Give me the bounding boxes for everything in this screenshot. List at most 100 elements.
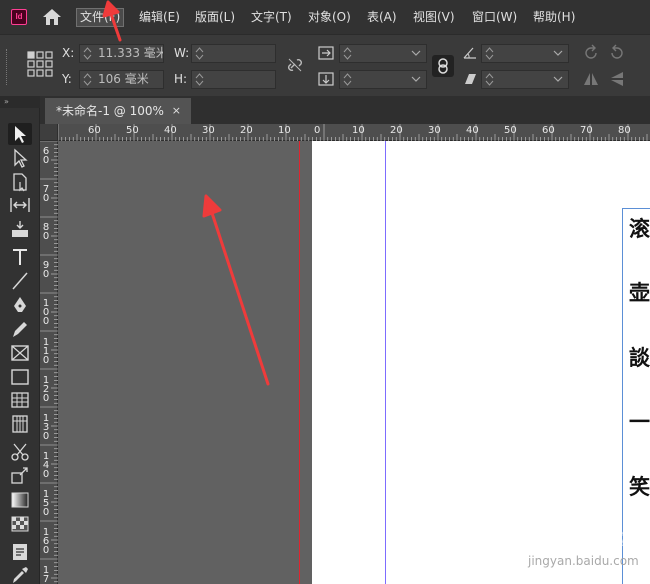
menu-layout[interactable]: 版面(L)	[192, 8, 238, 27]
watermark: Bai 经验 jingyan.baidu.com	[498, 512, 648, 582]
ruler-label: 60	[42, 146, 50, 166]
rotate-dropdown[interactable]	[481, 44, 569, 63]
gap-tool-icon	[10, 198, 30, 212]
line-tool[interactable]	[8, 270, 32, 292]
menu-file[interactable]: 文件(F)	[76, 8, 125, 27]
horizontal-grid-tool[interactable]	[8, 389, 32, 411]
free-transform-icon	[11, 467, 28, 484]
scale-y-icon[interactable]	[317, 70, 335, 88]
ruler-origin[interactable]	[40, 124, 58, 141]
content-collector-tool[interactable]	[8, 218, 32, 240]
stepper-icon[interactable]	[485, 73, 494, 86]
link-icon	[438, 58, 448, 74]
stepper-icon[interactable]	[195, 47, 204, 60]
rectangle-frame-tool[interactable]	[8, 342, 32, 364]
menu-object[interactable]: 对象(O)	[305, 8, 354, 27]
constrain-proportions-icon[interactable]	[286, 56, 304, 74]
gradient-tool[interactable]	[8, 489, 32, 511]
ruler-label: 10	[352, 125, 365, 136]
horizontal-grid-icon	[11, 392, 29, 408]
eyedropper-icon	[13, 567, 28, 583]
rectangle-icon	[11, 369, 29, 385]
ruler-label: 110	[42, 337, 50, 366]
gap-tool[interactable]	[8, 194, 32, 216]
home-icon[interactable]	[40, 7, 64, 27]
chevron-down-icon[interactable]	[553, 75, 563, 83]
rotate-ccw-icon[interactable]	[608, 44, 626, 62]
menu-help[interactable]: 帮助(H)	[530, 8, 578, 27]
w-label: W:	[174, 46, 190, 60]
scale-y-dropdown[interactable]	[339, 70, 427, 89]
pen-tool[interactable]	[8, 294, 32, 316]
free-transform-tool[interactable]	[8, 465, 32, 487]
type-tool[interactable]	[8, 246, 32, 268]
panel-grip[interactable]	[6, 49, 9, 85]
ruler-label: 120	[42, 375, 50, 404]
scale-x-icon[interactable]	[317, 44, 335, 62]
chevron-down-icon[interactable]	[553, 49, 563, 57]
stepper-icon[interactable]	[83, 73, 92, 86]
gradient-feather-icon	[11, 516, 29, 532]
flip-horizontal-icon[interactable]	[582, 70, 600, 88]
selection-arrow-icon	[15, 126, 26, 143]
menu-edit[interactable]: 编辑(E)	[136, 8, 183, 27]
pencil-tool[interactable]	[8, 318, 32, 340]
scale-x-dropdown[interactable]	[339, 44, 427, 63]
rectangle-tool[interactable]	[8, 366, 32, 388]
note-tool[interactable]	[8, 541, 32, 563]
vertical-grid-tool[interactable]	[8, 413, 32, 435]
rotate-cw-icon[interactable]	[582, 44, 600, 62]
text-char: 笑	[629, 474, 650, 499]
scissors-icon	[11, 443, 29, 461]
direct-selection-tool[interactable]	[8, 147, 32, 169]
watermark-url: jingyan.baidu.com	[528, 554, 639, 568]
rectangle-frame-icon	[11, 345, 29, 361]
document-tab[interactable]: *未命名-1 @ 100% ×	[45, 98, 191, 124]
ruler-label: 70	[42, 184, 50, 204]
flip-vertical-icon[interactable]	[608, 70, 626, 88]
toolbox-collapse-toggle[interactable]: »	[0, 96, 40, 108]
ruler-label: 0	[314, 125, 321, 136]
rotate-angle-icon[interactable]	[461, 44, 479, 62]
page-tool[interactable]	[8, 171, 32, 193]
ruler-label: 20	[240, 125, 253, 136]
scissors-tool[interactable]	[8, 441, 32, 463]
w-field[interactable]	[191, 44, 276, 63]
eyedropper-tool[interactable]	[8, 564, 32, 584]
stepper-icon[interactable]	[485, 47, 494, 60]
vertical-ruler[interactable]: 60 70 80 90 100 110 120 130 140 150 160 …	[40, 141, 58, 584]
chevron-down-icon[interactable]	[411, 75, 421, 83]
ruler-label: 60	[88, 125, 101, 136]
chevron-down-icon[interactable]	[411, 49, 421, 57]
constrain-scale-button[interactable]	[432, 55, 454, 77]
ruler-label: 80	[618, 125, 631, 136]
stepper-icon[interactable]	[343, 73, 352, 86]
stepper-icon[interactable]	[83, 47, 92, 60]
shear-angle-icon[interactable]	[461, 70, 479, 88]
stepper-icon[interactable]	[195, 73, 204, 86]
h-field[interactable]	[191, 70, 276, 89]
shear-dropdown[interactable]	[481, 70, 569, 89]
menu-window[interactable]: 窗口(W)	[469, 8, 520, 27]
ruler-label: 140	[42, 451, 50, 480]
text-char: 壶	[629, 280, 650, 305]
y-field[interactable]: 106 毫米	[79, 70, 164, 89]
menu-table[interactable]: 表(A)	[364, 8, 400, 27]
y-label: Y:	[62, 72, 72, 86]
reference-point-icon[interactable]	[26, 50, 54, 78]
selection-tool[interactable]	[8, 123, 32, 145]
bleed-guide	[299, 141, 300, 584]
pencil-tool-icon	[13, 322, 27, 337]
gradient-feather-tool[interactable]	[8, 513, 32, 535]
stepper-icon[interactable]	[343, 47, 352, 60]
margin-guide	[385, 141, 386, 584]
menu-type[interactable]: 文字(T)	[248, 8, 295, 27]
close-icon[interactable]: ×	[172, 98, 181, 124]
type-tool-icon	[13, 249, 27, 265]
x-field[interactable]: 11.333 毫米	[79, 44, 164, 63]
horizontal-ruler[interactable]: 60 50 40 30 20 10 0 10 20 30 40 50 60 70…	[58, 124, 650, 141]
h-label: H:	[174, 72, 188, 86]
menu-view[interactable]: 视图(V)	[410, 8, 458, 27]
gradient-icon	[11, 492, 29, 508]
ruler-label: 130	[42, 413, 50, 442]
